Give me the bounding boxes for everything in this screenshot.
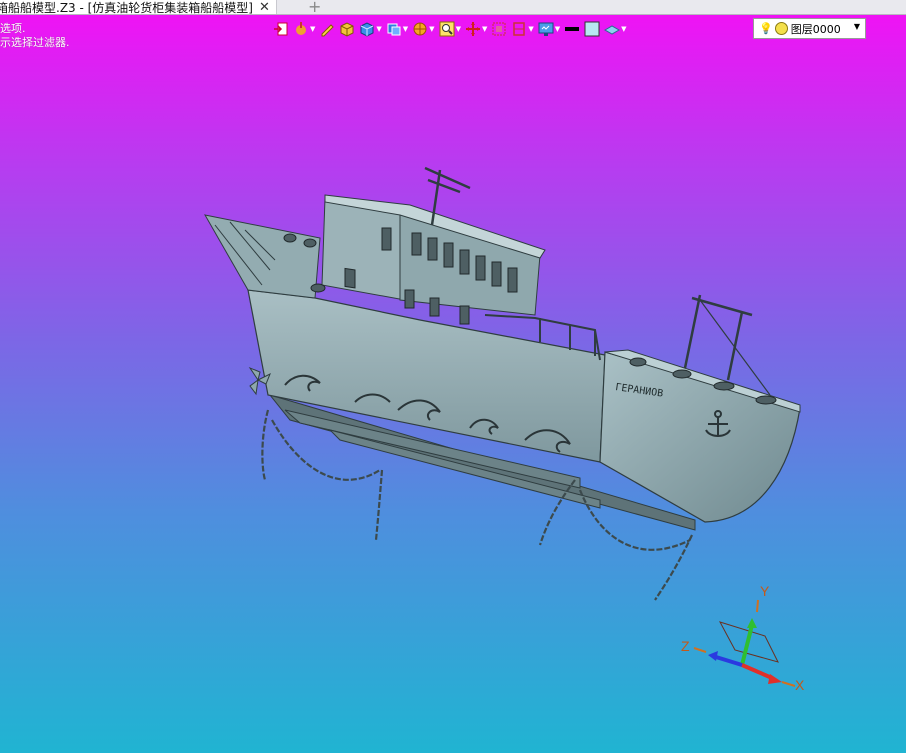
z-axis xyxy=(715,655,743,667)
axis-label-x: X xyxy=(795,677,805,693)
x-axis-arrow xyxy=(768,674,782,684)
axis-triad: Y X Z xyxy=(681,583,805,693)
y-axis xyxy=(740,624,754,666)
z-axis-arrow xyxy=(708,651,718,661)
z-axis-tip xyxy=(693,647,707,653)
axis-label-y: Y xyxy=(760,583,770,599)
x-axis xyxy=(741,663,773,680)
x-axis-tip xyxy=(781,681,796,687)
ship-model[interactable]: ГЕРАНИОВ xyxy=(204,166,801,601)
3d-viewport[interactable]: ГЕРАНИОВ Y X Z xyxy=(0,0,906,753)
y-axis-arrow xyxy=(747,618,757,628)
ship-stern-deck xyxy=(204,214,321,299)
y-axis-tip xyxy=(756,599,759,613)
axis-label-z: Z xyxy=(681,638,690,654)
